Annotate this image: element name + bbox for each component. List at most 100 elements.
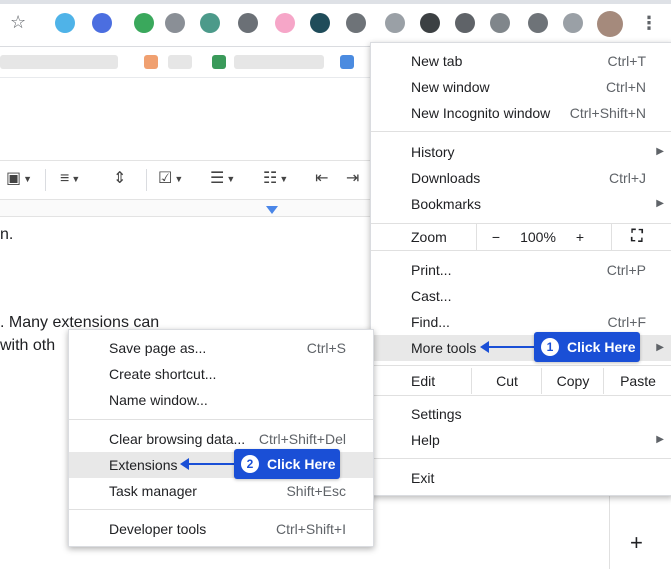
step-number-badge: 2 bbox=[241, 455, 259, 473]
zoom-in-button[interactable]: + bbox=[562, 224, 598, 250]
menu-item-label: Create shortcut... bbox=[109, 366, 217, 382]
toolbar-divider bbox=[146, 169, 147, 191]
menu-divider bbox=[371, 250, 671, 251]
menu-item-name-window[interactable]: Name window... bbox=[69, 387, 373, 413]
callout-text: Click Here bbox=[267, 456, 336, 472]
menu-item-cast[interactable]: Cast... bbox=[371, 283, 671, 309]
menu-item-new-window[interactable]: New window Ctrl+N bbox=[371, 74, 671, 100]
bullet-list-icon[interactable]: ☰ ▼ bbox=[210, 170, 235, 188]
vertical-dots-icon[interactable]: ⋮ bbox=[638, 11, 660, 35]
bookmark-item[interactable] bbox=[144, 55, 158, 69]
doc-format-toolbar: ▣ ▼ ≡ ▼ ⇕ ☑ ▼ ☰ ▼ ☷ ▼ ⇤ ⇥ bbox=[0, 160, 370, 200]
menu-item-label: Edit bbox=[411, 373, 436, 389]
doc-text-line: n. bbox=[0, 226, 14, 243]
menu-item-exit[interactable]: Exit bbox=[371, 465, 671, 491]
menu-item-label: More tools bbox=[411, 340, 477, 356]
menu-item-label: New Incognito window bbox=[411, 105, 551, 121]
copy-button[interactable]: Copy bbox=[541, 368, 604, 394]
bookmark-item[interactable] bbox=[168, 55, 192, 69]
numbered-list-icon[interactable]: ☷ ▼ bbox=[263, 170, 288, 188]
image-icon[interactable]: ▣ ▼ bbox=[6, 170, 32, 188]
menu-item-label: Task manager bbox=[109, 483, 197, 499]
increase-indent-icon[interactable]: ⇥ bbox=[346, 170, 359, 188]
callout-arrow-line bbox=[188, 463, 234, 465]
menu-item-shortcut: Shift+Esc bbox=[286, 483, 346, 499]
extension-icon[interactable] bbox=[528, 13, 548, 33]
menu-item-task-manager[interactable]: Task manager Shift+Esc bbox=[69, 478, 373, 504]
menu-item-zoom: Zoom − 100% + ⛶ bbox=[371, 224, 671, 250]
tab-strip-edge bbox=[0, 0, 671, 4]
extension-icon[interactable] bbox=[563, 13, 583, 33]
extension-icon[interactable] bbox=[275, 13, 295, 33]
menu-item-label: Extensions bbox=[109, 457, 178, 473]
menu-item-downloads[interactable]: Downloads Ctrl+J bbox=[371, 165, 671, 191]
menu-item-bookmarks[interactable]: Bookmarks ▶ bbox=[371, 191, 671, 217]
menu-item-label: Developer tools bbox=[109, 521, 207, 537]
menu-item-developer-tools[interactable]: Developer tools Ctrl+Shift+I bbox=[69, 516, 373, 542]
menu-item-label: Zoom bbox=[411, 229, 447, 245]
toolbar-divider bbox=[45, 169, 46, 191]
menu-item-print[interactable]: Print... Ctrl+P bbox=[371, 257, 671, 283]
menu-divider bbox=[371, 395, 671, 396]
ruler-indent-marker[interactable] bbox=[266, 206, 278, 214]
decrease-indent-icon[interactable]: ⇤ bbox=[315, 170, 328, 188]
callout-text: Click Here bbox=[567, 339, 636, 355]
menu-item-label: Find... bbox=[411, 314, 450, 330]
line-spacing-icon[interactable]: ⇕ bbox=[113, 170, 126, 188]
extension-icon[interactable] bbox=[420, 13, 440, 33]
menu-item-label: Print... bbox=[411, 262, 452, 278]
menu-item-label: Exit bbox=[411, 470, 435, 486]
doc-ruler bbox=[0, 200, 370, 217]
star-icon[interactable]: ☆ bbox=[10, 12, 26, 33]
extension-icon[interactable] bbox=[455, 13, 475, 33]
menu-item-label: Cast... bbox=[411, 288, 452, 304]
bookmark-item[interactable] bbox=[234, 55, 324, 69]
cut-button[interactable]: Cut bbox=[471, 368, 542, 394]
bookmark-item[interactable] bbox=[340, 55, 354, 69]
bookmark-item[interactable] bbox=[212, 55, 226, 69]
menu-item-shortcut: Ctrl+P bbox=[606, 262, 646, 278]
extension-icon[interactable] bbox=[490, 13, 510, 33]
menu-item-shortcut: Ctrl+T bbox=[607, 53, 647, 69]
extension-icon[interactable] bbox=[310, 13, 330, 33]
extension-icon[interactable] bbox=[92, 13, 112, 33]
menu-item-help[interactable]: Help ▶ bbox=[371, 427, 671, 453]
more-tools-submenu: Save page as... Ctrl+S Create shortcut..… bbox=[68, 329, 374, 547]
extension-icon[interactable] bbox=[134, 13, 154, 33]
menu-item-label: Help bbox=[411, 432, 440, 448]
extension-icon[interactable] bbox=[385, 13, 405, 33]
submenu-arrow-icon: ▶ bbox=[656, 146, 664, 157]
menu-item-edit: Edit Cut Copy Paste bbox=[371, 368, 671, 394]
profile-avatar[interactable] bbox=[597, 11, 623, 37]
menu-item-label: New window bbox=[411, 79, 490, 95]
add-button[interactable]: + bbox=[630, 530, 643, 556]
paste-button[interactable]: Paste bbox=[603, 368, 671, 394]
extension-icon[interactable] bbox=[238, 13, 258, 33]
step-number-badge: 1 bbox=[541, 338, 559, 356]
menu-item-label: Clear browsing data... bbox=[109, 431, 246, 447]
menu-item-label: Settings bbox=[411, 406, 462, 422]
menu-item-history[interactable]: History ▶ bbox=[371, 139, 671, 165]
extension-icon[interactable] bbox=[346, 13, 366, 33]
checklist-icon[interactable]: ☑ ▼ bbox=[158, 170, 183, 188]
menu-item-shortcut: Ctrl+S bbox=[306, 340, 346, 356]
menu-item-new-tab[interactable]: New tab Ctrl+T bbox=[371, 48, 671, 74]
bookmark-item[interactable] bbox=[0, 55, 118, 69]
align-icon[interactable]: ≡ ▼ bbox=[60, 170, 80, 188]
extension-icon[interactable] bbox=[200, 13, 220, 33]
extension-icon[interactable] bbox=[165, 13, 185, 33]
menu-item-new-incognito[interactable]: New Incognito window Ctrl+Shift+N bbox=[371, 100, 671, 126]
fullscreen-icon[interactable]: ⛶ bbox=[611, 224, 662, 250]
menu-item-shortcut: Ctrl+Shift+N bbox=[569, 105, 646, 121]
menu-item-label: New tab bbox=[411, 53, 463, 69]
menu-item-label: Name window... bbox=[109, 392, 208, 408]
zoom-out-button[interactable]: − bbox=[476, 224, 515, 250]
menu-item-settings[interactable]: Settings bbox=[371, 401, 671, 427]
menu-item-label: Downloads bbox=[411, 170, 481, 186]
submenu-arrow-icon: ▶ bbox=[656, 434, 664, 445]
menu-item-label: Bookmarks bbox=[411, 196, 482, 212]
extension-icon[interactable] bbox=[55, 13, 75, 33]
menu-item-create-shortcut[interactable]: Create shortcut... bbox=[69, 361, 373, 387]
browser-toolbar: ☆ ⋮ bbox=[0, 0, 671, 47]
menu-item-save-page[interactable]: Save page as... Ctrl+S bbox=[69, 335, 373, 361]
